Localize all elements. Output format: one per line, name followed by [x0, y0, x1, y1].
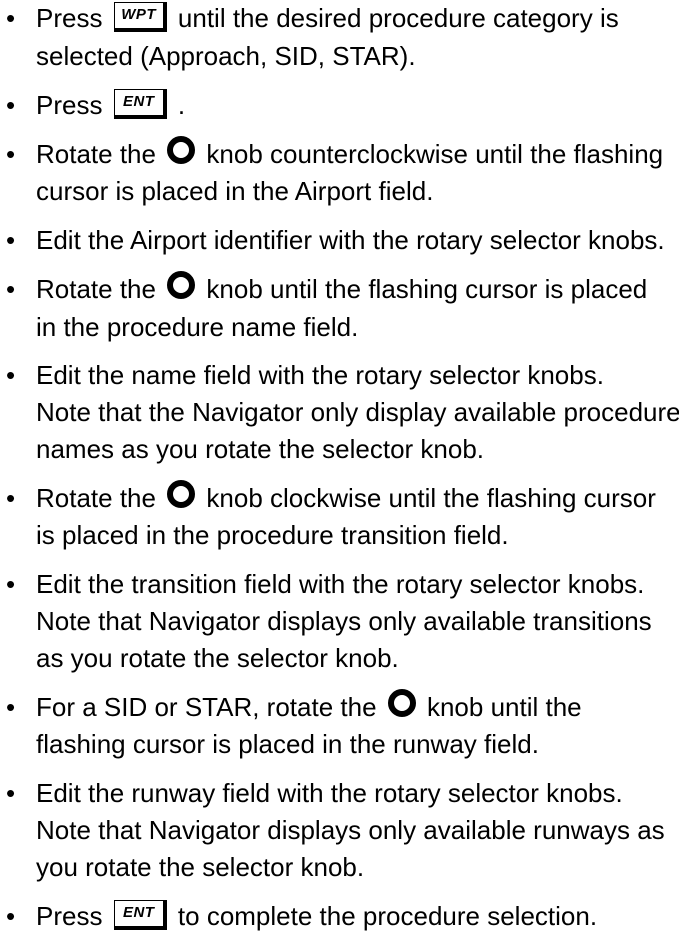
step-text-line: you rotate the selector knob. [36, 849, 364, 885]
bullet-icon: • [6, 360, 16, 390]
step-text: to complete the procedure selection. [170, 901, 598, 931]
bullet-icon: • [6, 3, 16, 33]
step-text-line: Rotate the knob until the flashing curso… [36, 270, 648, 308]
knob-icon [167, 135, 196, 173]
step-text: knob counterclockwise until the flashing [199, 139, 664, 169]
bullet-icon: • [6, 225, 16, 255]
step-text: Rotate the [36, 274, 164, 304]
step-text: Press [36, 3, 110, 33]
bullet-icon: • [6, 901, 16, 931]
step-text-line: Note that the Navigator only display ava… [36, 394, 679, 430]
bullet-icon: • [6, 139, 16, 169]
ent-key-icon: ENT [113, 900, 167, 931]
step-text: names as you rotate the selector knob. [36, 434, 485, 464]
step-text-line: as you rotate the selector knob. [36, 640, 399, 676]
step-text: is placed in the procedure transition fi… [36, 520, 509, 550]
step-text: flashing cursor is placed in the runway … [36, 729, 539, 759]
step-text: Edit the Airport identifier with the rot… [36, 225, 665, 255]
step-text: Edit the transition field with the rotar… [36, 569, 645, 599]
step-text-line: in the procedure name field. [36, 309, 358, 345]
step-text: until the desired procedure category is [170, 3, 619, 33]
step-text-line: is placed in the procedure transition fi… [36, 517, 509, 553]
bullet-icon: • [6, 90, 16, 120]
step-text: Rotate the [36, 483, 164, 513]
ent-key-icon: ENT [113, 89, 167, 120]
step-text-line: For a SID or STAR, rotate the knob until… [36, 688, 582, 726]
step-text-line: Edit the runway field with the rotary se… [36, 775, 623, 811]
step-text-line: selected (Approach, SID, STAR). [36, 38, 416, 74]
step-text: Press [36, 90, 110, 120]
step-text: Edit the name field with the rotary sele… [36, 360, 604, 390]
step-text-line: Rotate the knob clockwise until the flas… [36, 479, 656, 517]
step-text: you rotate the selector knob. [36, 852, 365, 882]
bullet-icon: • [6, 692, 16, 722]
step-text-line: flashing cursor is placed in the runway … [36, 726, 539, 762]
step-text-line: Edit the Airport identifier with the rot… [36, 222, 665, 258]
step-text-line: names as you rotate the selector knob. [36, 431, 484, 467]
step-text: Rotate the [36, 139, 164, 169]
step-text: Press [36, 901, 110, 931]
step-text: For a SID or STAR, rotate the [36, 692, 384, 722]
step-text-line: Note that Navigator displays only availa… [36, 812, 665, 848]
bullet-icon: • [6, 483, 16, 513]
step-text: as you rotate the selector knob. [36, 643, 399, 673]
step-text-line: Rotate the knob counterclockwise until t… [36, 135, 664, 173]
step-text: selected (Approach, SID, STAR). [36, 41, 416, 71]
wpt-key-icon: WPT [113, 2, 167, 33]
step-text-line: Edit the name field with the rotary sele… [36, 357, 604, 393]
step-text: knob until the [419, 692, 582, 722]
bullet-icon: • [6, 274, 16, 304]
step-text: knob clockwise until the flashing cursor [199, 483, 656, 513]
step-text-line: Press ENT . [36, 87, 185, 123]
knob-icon [167, 479, 196, 517]
step-text: knob until the flashing cursor is placed [199, 274, 648, 304]
step-text-line: Press WPT until the desired procedure ca… [36, 0, 619, 36]
step-text: Edit the runway field with the rotary se… [36, 778, 623, 808]
step-text-line: Edit the transition field with the rotar… [36, 566, 644, 602]
step-text: . [170, 90, 186, 120]
step-text-line: Note that Navigator displays only availa… [36, 603, 652, 639]
knob-icon [167, 270, 196, 308]
knob-icon [387, 688, 416, 726]
step-text: Note that the Navigator only display ava… [36, 397, 679, 427]
bullet-icon: • [6, 569, 16, 599]
step-text: in the procedure name field. [36, 312, 359, 342]
step-text: Note that Navigator displays only availa… [36, 606, 652, 636]
step-text-line: Press ENT to complete the procedure sele… [36, 898, 597, 934]
step-text: Note that Navigator displays only availa… [36, 815, 665, 845]
step-text: cursor is placed in the Airport field. [36, 176, 434, 206]
step-text-line: cursor is placed in the Airport field. [36, 173, 433, 209]
bullet-icon: • [6, 778, 16, 808]
